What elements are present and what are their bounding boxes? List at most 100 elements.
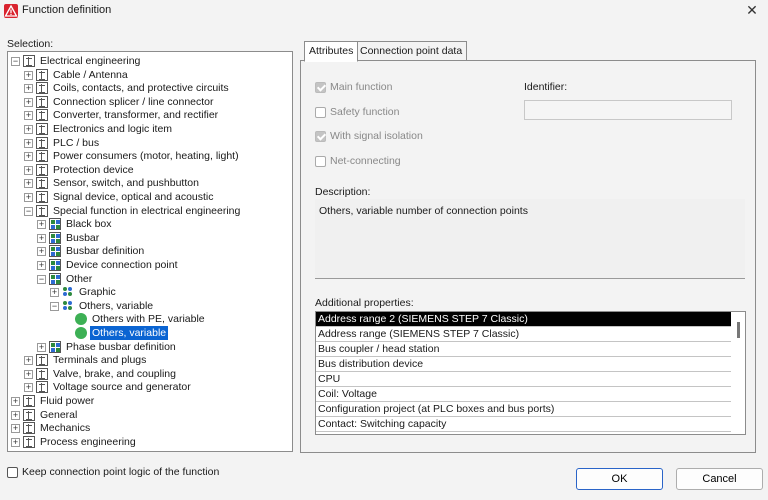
expand-icon[interactable]: +: [24, 111, 33, 121]
expand-icon[interactable]: +: [24, 97, 33, 107]
tree-item[interactable]: + PLC / bus: [8, 136, 292, 150]
tree-item[interactable]: + Converter, transformer, and rectifier: [8, 108, 292, 122]
grid-icon: [36, 191, 48, 203]
expand-icon[interactable]: +: [11, 397, 20, 406]
tree-item[interactable]: + General: [8, 408, 292, 422]
tree-item[interactable]: + Cable / Antenna: [8, 68, 292, 82]
collapse-icon[interactable]: −: [24, 206, 33, 216]
property-row[interactable]: Contact: Switching capacity: [316, 417, 732, 432]
expand-icon[interactable]: +: [24, 138, 33, 148]
collapse-icon[interactable]: −: [11, 57, 20, 66]
tree-item-label: Connection splicer / line connector: [53, 95, 214, 108]
collapse-icon[interactable]: −: [37, 274, 46, 284]
expand-icon[interactable]: +: [37, 342, 46, 352]
tree-item[interactable]: Others, variable: [8, 326, 292, 340]
expand-icon[interactable]: +: [24, 179, 33, 189]
scrollbar-thumb[interactable]: [737, 322, 740, 338]
expand-icon[interactable]: +: [37, 247, 46, 257]
property-row[interactable]: Address range (SIEMENS STEP 7 Classic): [316, 327, 732, 342]
window-title: Function definition: [22, 4, 112, 16]
tree-item[interactable]: + Coils, contacts, and protective circuit…: [8, 81, 292, 95]
tree-item[interactable]: + Busbar definition: [8, 244, 292, 258]
tree-item[interactable]: + Signal device, optical and acoustic: [8, 190, 292, 204]
identifier-input[interactable]: [524, 100, 732, 120]
tree-item[interactable]: − Electrical engineering: [8, 54, 292, 68]
property-row[interactable]: Coil: Voltage: [316, 387, 732, 402]
expand-icon[interactable]: +: [37, 261, 46, 270]
expand-icon[interactable]: +: [37, 233, 46, 243]
green-dot-icon: [75, 327, 87, 339]
tree-item[interactable]: + Valve, brake, and coupling: [8, 367, 292, 381]
description-label: Description:: [315, 186, 371, 198]
property-row[interactable]: Bus distribution device: [316, 357, 732, 372]
tree-item-label: Others with PE, variable: [92, 313, 205, 326]
additional-properties-list[interactable]: Address range 2 (SIEMENS STEP 7 Classic)…: [315, 311, 746, 435]
tree-item[interactable]: + Phase busbar definition: [8, 340, 292, 354]
tree-item[interactable]: + Fluid power: [8, 394, 292, 408]
tree-item-label: Signal device, optical and acoustic: [53, 191, 214, 203]
expand-icon[interactable]: +: [11, 424, 20, 434]
expand-icon[interactable]: +: [24, 383, 33, 393]
expand-icon[interactable]: +: [24, 193, 33, 202]
expand-icon[interactable]: +: [24, 70, 33, 80]
tree-item-label: Phase busbar definition: [66, 340, 176, 353]
tree-item-label: Sensor, switch, and pushbutton: [53, 177, 199, 190]
tab-connection-point-data[interactable]: Connection point data: [355, 41, 468, 61]
expand-icon[interactable]: +: [24, 84, 33, 94]
expand-icon[interactable]: +: [11, 437, 20, 447]
tree-item[interactable]: + Graphic: [8, 285, 292, 299]
tree-item-label: Coils, contacts, and protective circuits: [53, 82, 229, 95]
tree-item-label: Black box: [66, 218, 112, 231]
tree-item-label: Graphic: [79, 286, 116, 299]
expand-icon[interactable]: +: [24, 125, 33, 134]
title-bar: Function definition ✕: [0, 0, 768, 22]
tree-item[interactable]: − Other: [8, 272, 292, 286]
property-row[interactable]: Bus coupler / head station: [316, 342, 732, 357]
dots-icon: [62, 286, 74, 298]
grid-icon: [23, 435, 35, 448]
expand-icon[interactable]: +: [11, 410, 20, 420]
blue-grid-icon: [49, 259, 61, 271]
property-row[interactable]: Address range 2 (SIEMENS STEP 7 Classic): [316, 312, 732, 327]
tree-item[interactable]: + Mechanics: [8, 421, 292, 435]
grid-icon: [36, 163, 48, 176]
tree-item[interactable]: Others with PE, variable: [8, 312, 292, 326]
expand-icon[interactable]: +: [24, 356, 33, 366]
tree-item[interactable]: + Power consumers (motor, heating, light): [8, 149, 292, 163]
expand-icon[interactable]: +: [24, 152, 33, 162]
tree-item[interactable]: − Others, variable: [8, 299, 292, 313]
property-row[interactable]: CPU: [316, 372, 732, 387]
blue-grid-icon: [49, 218, 61, 231]
tree-item-label: General: [40, 408, 78, 421]
tree-item[interactable]: + Sensor, switch, and pushbutton: [8, 176, 292, 190]
description-field[interactable]: Others, variable number of connection po…: [315, 199, 745, 279]
expand-icon[interactable]: +: [24, 165, 33, 175]
expand-icon[interactable]: +: [37, 220, 46, 230]
properties-scrollbar[interactable]: [731, 312, 745, 434]
tree-item[interactable]: + Process engineering: [8, 435, 292, 449]
function-tree[interactable]: − Electrical engineering + Cable / Antenna +…: [7, 51, 293, 452]
additional-properties-label: Additional properties:: [315, 297, 414, 309]
expand-icon[interactable]: +: [24, 369, 33, 379]
tree-item-label: Power consumers (motor, heating, light): [53, 150, 239, 163]
tree-item[interactable]: + Electronics and logic item: [8, 122, 292, 136]
ok-button[interactable]: OK: [576, 468, 663, 490]
tree-item-label: Converter, transformer, and rectifier: [53, 109, 219, 122]
cancel-button[interactable]: Cancel: [676, 468, 763, 490]
expand-icon[interactable]: +: [50, 288, 59, 298]
tree-item[interactable]: + Voltage source and generator: [8, 380, 292, 394]
close-icon[interactable]: ✕: [744, 2, 760, 18]
tab-attributes[interactable]: Attributes: [304, 41, 359, 62]
tree-item[interactable]: + Device connection point: [8, 258, 292, 272]
tree-item[interactable]: − Special function in electrical engineer…: [8, 204, 292, 218]
tree-item[interactable]: + Protection device: [8, 163, 292, 177]
collapse-icon[interactable]: −: [50, 301, 59, 311]
tree-item[interactable]: + Busbar: [8, 231, 292, 245]
property-row[interactable]: Configuration project (at PLC boxes and …: [316, 402, 732, 417]
tree-item[interactable]: + Connection splicer / line connector: [8, 95, 292, 109]
tree-item[interactable]: + Black box: [8, 217, 292, 231]
checkbox-box: [315, 107, 326, 118]
tree-item-label: Cable / Antenna: [53, 68, 128, 81]
tree-item[interactable]: + Terminals and plugs: [8, 353, 292, 367]
checkbox-box: [315, 156, 326, 167]
